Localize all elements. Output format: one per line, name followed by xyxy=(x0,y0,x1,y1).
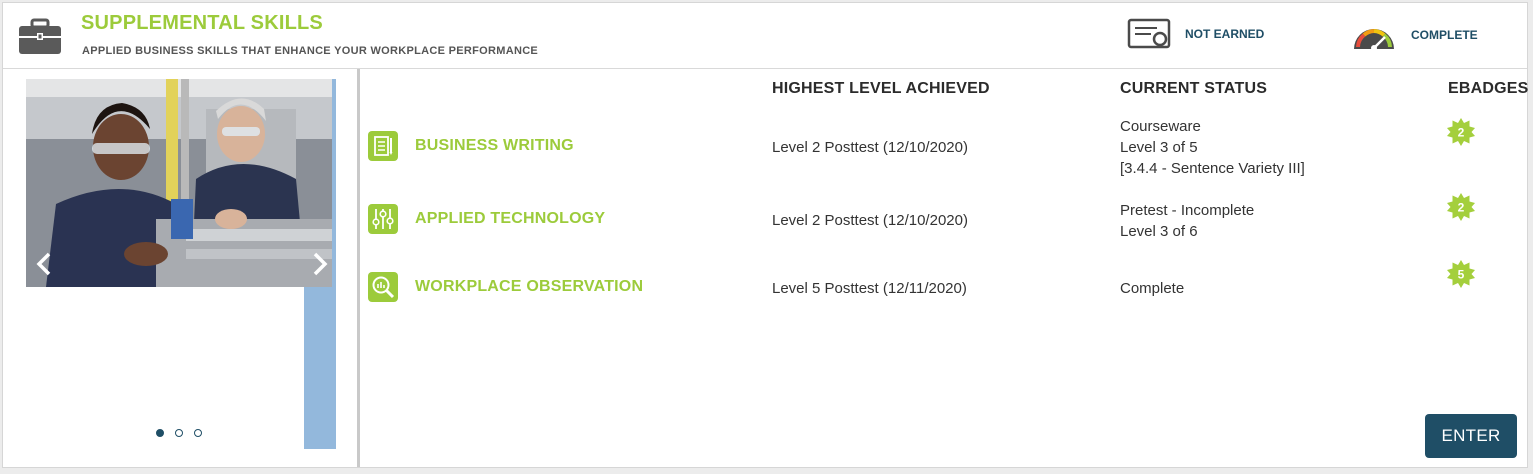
page-title: SUPPLEMENTAL SKILLS xyxy=(81,12,323,34)
ebadge-business-writing-count: 2 xyxy=(1458,126,1465,140)
ebadge-business-writing[interactable]: 2 xyxy=(1446,117,1476,147)
supplemental-skills-card: SUPPLEMENTAL SKILLS APPLIED BUSINESS SKI… xyxy=(2,2,1528,468)
image-carousel xyxy=(3,69,360,467)
ebadge-workplace-observation[interactable]: 5 xyxy=(1446,259,1476,289)
column-header-highest-level: HIGHEST LEVEL ACHIEVED xyxy=(772,80,990,97)
workplace-observation-highest-level: Level 5 Posttest (12/11/2020) xyxy=(772,280,967,297)
applied-technology-status-line2: Level 3 of 6 xyxy=(1120,223,1198,240)
magnifier-chart-icon[interactable] xyxy=(368,272,398,302)
chevron-left-icon xyxy=(36,252,51,276)
carousel-photo-workers xyxy=(26,79,332,287)
ebadge-applied-technology-count: 2 xyxy=(1458,201,1465,215)
skill-link-applied-technology[interactable]: APPLIED TECHNOLOGY xyxy=(415,210,605,228)
column-header-current-status: CURRENT STATUS xyxy=(1120,80,1268,97)
document-icon[interactable] xyxy=(368,131,398,161)
gauge-icon xyxy=(1354,29,1394,51)
legend-not-earned-label: NOT EARNED xyxy=(1185,27,1265,41)
legend-complete-label: COMPLETE xyxy=(1411,28,1478,42)
briefcase-icon xyxy=(19,18,61,54)
ebadge-workplace-observation-count: 5 xyxy=(1458,268,1465,282)
carousel-indicators xyxy=(156,429,202,437)
business-writing-status-line1: Courseware xyxy=(1120,118,1201,135)
workplace-observation-status: Complete xyxy=(1120,278,1184,299)
applied-technology-highest-level: Level 2 Posttest (12/10/2020) xyxy=(772,212,968,229)
business-writing-status-line3: [3.4.4 - Sentence Variety III] xyxy=(1120,160,1305,177)
ebadge-applied-technology[interactable]: 2 xyxy=(1446,192,1476,222)
card-header: SUPPLEMENTAL SKILLS APPLIED BUSINESS SKI… xyxy=(3,3,1527,69)
chevron-right-icon xyxy=(313,252,328,276)
carousel-prev-button[interactable] xyxy=(31,247,57,281)
skill-link-workplace-observation[interactable]: WORKPLACE OBSERVATION xyxy=(415,278,643,296)
column-header-ebadges: EBADGES xyxy=(1448,80,1529,97)
business-writing-status-line2: Level 3 of 5 xyxy=(1120,139,1198,156)
skill-link-business-writing[interactable]: BUSINESS WRITING xyxy=(415,137,574,155)
page-subtitle: APPLIED BUSINESS SKILLS THAT ENHANCE YOU… xyxy=(82,45,539,57)
enter-button[interactable]: ENTER xyxy=(1425,414,1517,458)
carousel-dot-2[interactable] xyxy=(175,429,183,437)
carousel-dot-3[interactable] xyxy=(194,429,202,437)
carousel-dot-1[interactable] xyxy=(156,429,164,437)
applied-technology-status-line1: Pretest - Incomplete xyxy=(1120,202,1255,219)
sliders-icon[interactable] xyxy=(368,204,398,234)
workplace-observation-status-line1: Complete xyxy=(1120,280,1185,297)
applied-technology-status: Pretest - Incomplete Level 3 of 6 xyxy=(1120,200,1254,242)
legend-complete: COMPLETE xyxy=(1351,17,1478,53)
carousel-next-button[interactable] xyxy=(307,247,333,281)
certificate-icon xyxy=(1127,18,1171,49)
business-writing-highest-level: Level 2 Posttest (12/10/2020) xyxy=(772,139,968,156)
business-writing-status: Courseware Level 3 of 5 [3.4.4 - Sentenc… xyxy=(1120,116,1305,179)
legend-not-earned: NOT EARNED xyxy=(1127,17,1264,51)
